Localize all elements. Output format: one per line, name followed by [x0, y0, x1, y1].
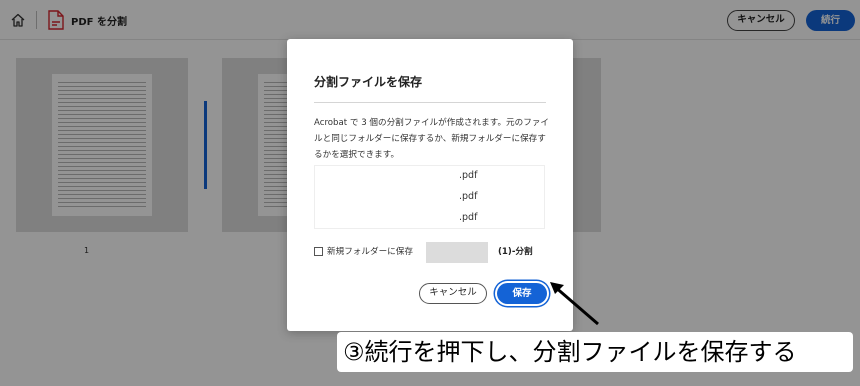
- dialog-title: 分割ファイルを保存: [314, 75, 423, 89]
- save-split-files-dialog: 分割ファイルを保存 Acrobat で 3 個の分割ファイルが作成されます。元の…: [287, 39, 573, 331]
- file-item: .pdf: [459, 212, 478, 223]
- file-item: .pdf: [459, 170, 478, 181]
- new-folder-checkbox[interactable]: [314, 247, 323, 256]
- file-list: .pdf .pdf .pdf: [314, 165, 545, 229]
- dialog-divider: [314, 102, 546, 103]
- folder-name-suffix: (1)-分割: [498, 247, 533, 257]
- file-item: .pdf: [459, 191, 478, 202]
- new-folder-label: 新規フォルダーに保存: [327, 247, 413, 257]
- dialog-description: Acrobat で 3 個の分割ファイルが作成されます。元のファイルと同じフォル…: [314, 118, 550, 160]
- new-folder-option: 新規フォルダーに保存 (1)-分割: [314, 242, 554, 263]
- folder-name-field[interactable]: [426, 242, 488, 263]
- dialog-cancel-button[interactable]: キャンセル: [419, 283, 487, 304]
- pointer-arrow-icon: [550, 282, 599, 326]
- instruction-callout: ③続行を押下し、分割ファイルを保存する: [337, 332, 853, 372]
